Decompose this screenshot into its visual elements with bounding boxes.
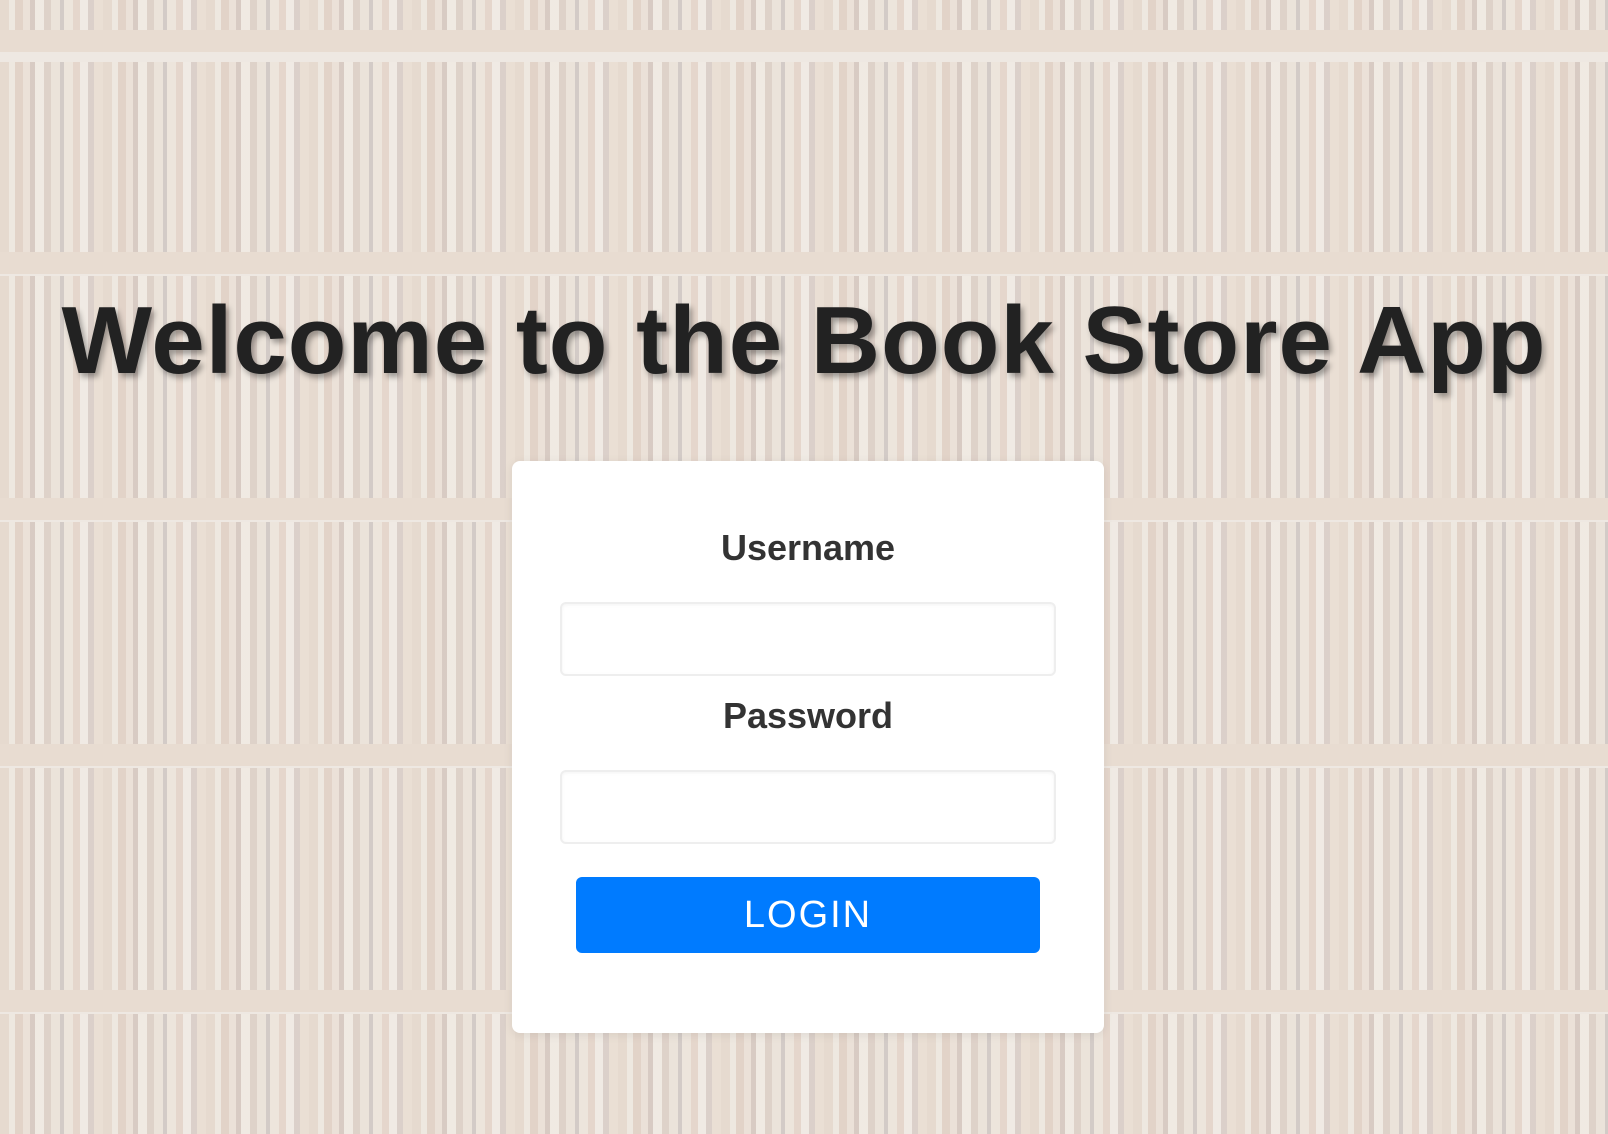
login-button[interactable]: LOGIN [576, 877, 1040, 953]
password-label: Password [722, 695, 894, 736]
username-label: Username [720, 527, 896, 568]
page-title: Welcome to the Book Store App [61, 287, 1547, 394]
username-input[interactable] [560, 602, 1056, 676]
login-card: Username Password LOGIN [512, 461, 1104, 1033]
password-input[interactable] [560, 770, 1056, 844]
